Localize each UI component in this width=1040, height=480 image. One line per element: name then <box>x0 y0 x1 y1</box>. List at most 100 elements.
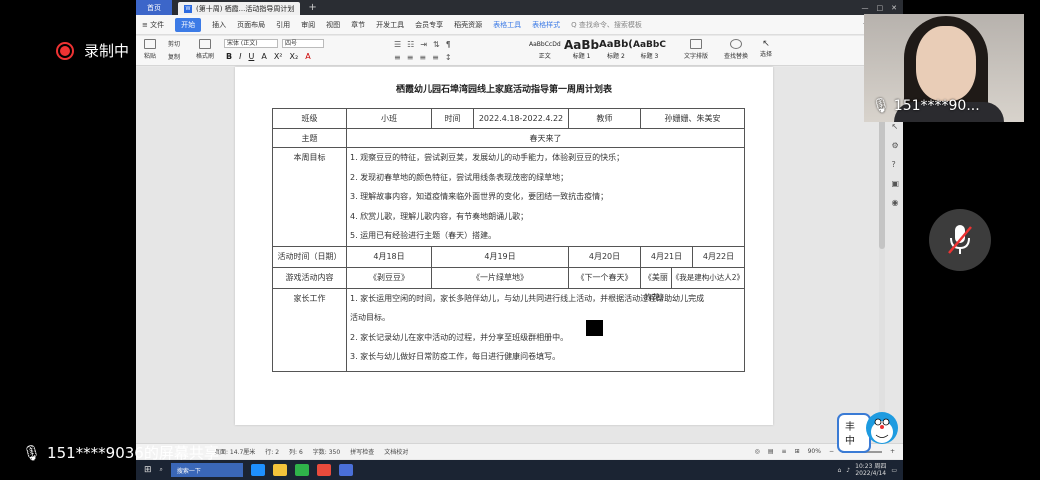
menu-item-table-tools[interactable]: 表格工具 <box>493 20 521 30</box>
date-cell[interactable]: 4月21日 <box>641 246 693 267</box>
font-size-select[interactable]: 四号 <box>282 39 324 48</box>
command-search[interactable]: Q 查找命令、搜索模板 <box>571 20 642 30</box>
copy-button[interactable]: 复制 <box>168 52 180 61</box>
style-heading-1[interactable]: AaBb 标题 1 <box>564 39 599 60</box>
format-painter-button[interactable]: 格式刷 <box>196 39 214 60</box>
bullet-list-icon[interactable]: ☰ <box>394 40 401 49</box>
minimize-icon[interactable]: — <box>862 4 869 12</box>
line-spacing-icon[interactable]: ↕ <box>445 53 452 62</box>
taskbar-search[interactable]: 搜索一下 <box>170 463 243 477</box>
number-list-icon[interactable]: ☷ <box>407 40 414 49</box>
pilcrow-icon[interactable]: ¶ <box>446 40 451 49</box>
menu-item-review[interactable]: 审阅 <box>301 20 315 30</box>
goals-cell[interactable]: 1. 观察豆豆的特征，尝试剥豆荚，发展幼儿的动手能力，体验剥豆豆的快乐； 2. … <box>346 147 745 247</box>
wps-icon[interactable] <box>316 464 331 476</box>
align-right-icon[interactable]: ≡ <box>419 53 426 62</box>
menu-item-dev-tools[interactable]: 开发工具 <box>376 20 404 30</box>
menu-item-insert[interactable]: 插入 <box>212 20 226 30</box>
date-cell[interactable]: 4月20日 <box>568 245 641 268</box>
menu-item-reference[interactable]: 引用 <box>276 20 290 30</box>
document-canvas[interactable]: 栖霞幼儿园石埠湾园线上家庭活动指导第一周周计划表 班级 小班 时间 2022.4… <box>136 67 903 443</box>
text-layout-icon <box>690 39 702 49</box>
game-cell[interactable]: 《美丽的花》 <box>641 267 672 302</box>
menu-item-section[interactable]: 章节 <box>351 20 365 30</box>
font-name-select[interactable]: 宋体 (正文) <box>224 39 278 48</box>
mute-mic-button[interactable] <box>929 209 991 271</box>
paste-button[interactable]: 粘贴 <box>144 39 156 60</box>
page-view-icon[interactable]: ▤ <box>768 448 774 455</box>
shared-screen: 首页 W (第十周) 栖霞...活动指导周计划 + — □ ✕ ≡ 文件 开始 … <box>136 0 903 480</box>
taskbar-clock[interactable]: 10:23 周四 2022/4/14 <box>855 463 886 477</box>
style-normal[interactable]: AaBbCcDd 正文 <box>529 39 561 60</box>
game-cell[interactable]: 《下一个春天》 <box>568 266 641 289</box>
class-value[interactable]: 小班 <box>346 108 432 129</box>
style-heading-2[interactable]: AaBb( 标题 2 <box>599 39 633 60</box>
adjust-icon[interactable]: ⚙ <box>891 141 899 150</box>
tab-home[interactable]: 首页 <box>136 0 172 15</box>
menu-item-table-style[interactable]: 表格样式 <box>532 20 560 30</box>
tab-document[interactable]: W (第十周) 栖霞...活动指导周计划 <box>178 2 301 15</box>
date-cell[interactable]: 4月18日 <box>346 245 432 268</box>
windows-start-icon[interactable]: ⊞ <box>144 465 152 475</box>
menu-item-start[interactable]: 开始 <box>175 17 202 32</box>
volume-icon[interactable]: ♪ <box>846 467 850 474</box>
location-icon[interactable]: ◉ <box>891 198 899 207</box>
superscript-button[interactable]: X² <box>274 52 283 61</box>
menu-item-view[interactable]: 视图 <box>326 20 340 30</box>
subscript-button[interactable]: X₂ <box>290 52 299 61</box>
bold-button[interactable]: B <box>226 52 232 61</box>
cut-button[interactable]: 剪切 <box>168 39 180 48</box>
italic-button[interactable]: I <box>239 52 241 61</box>
meeting-app-icon[interactable] <box>338 464 353 476</box>
time-value[interactable]: 2022.4.18-2022.4.22 <box>473 108 569 129</box>
new-tab-button[interactable]: + <box>308 2 316 13</box>
wechat-icon[interactable] <box>294 464 309 476</box>
proofread-button[interactable]: 文档校对 <box>384 447 408 456</box>
date-cell[interactable]: 4月22日 <box>693 247 744 267</box>
style-heading-3[interactable]: AaBbC 标题 3 <box>633 39 666 60</box>
close-icon[interactable]: ✕ <box>891 4 897 12</box>
game-cell[interactable]: 《剥豆豆》 <box>346 266 432 289</box>
strike-button[interactable]: A <box>261 52 266 61</box>
class-label: 班级 <box>272 108 347 129</box>
outline-view-icon[interactable]: ≡ <box>782 448 787 455</box>
date-cell[interactable]: 4月19日 <box>431 245 569 268</box>
network-icon[interactable]: ⌂ <box>837 467 841 474</box>
text-layout-button[interactable]: 文字排版 <box>684 39 708 60</box>
edge-icon[interactable] <box>250 464 265 476</box>
zoom-out-icon[interactable]: − <box>829 448 834 455</box>
underline-button[interactable]: U <box>248 52 254 61</box>
font-color-button[interactable]: A <box>305 52 310 61</box>
search-icon[interactable]: ⌕ <box>160 466 163 474</box>
indent-icon[interactable]: ⇥ <box>420 40 427 49</box>
eye-icon[interactable]: ◎ <box>755 448 760 455</box>
participant-video[interactable]: 🎙 151****90... <box>864 14 1024 122</box>
web-view-icon[interactable]: ⊞ <box>795 448 800 455</box>
notification-icon[interactable]: ▭ <box>891 467 897 474</box>
image-icon[interactable]: ▣ <box>891 179 899 188</box>
justify-icon[interactable]: ≡ <box>432 53 439 62</box>
select-button[interactable]: ↖ 选择 <box>760 39 772 58</box>
pointer-icon[interactable]: ↖ <box>891 122 899 131</box>
parents-cell[interactable]: 1. 家长运用空闲的时间，家长多陪伴幼儿，与幼儿共同进行线上活动，并根据活动过程… <box>346 287 745 372</box>
help-icon[interactable]: ? <box>891 160 899 169</box>
teacher-value[interactable]: 孙姗姗、朱美安 <box>640 108 745 129</box>
find-replace-button[interactable]: 查找替换 <box>724 39 748 60</box>
spell-check-button[interactable]: 拼写检查 <box>350 447 374 456</box>
menu-item-layout[interactable]: 页面布局 <box>237 20 265 30</box>
maximize-icon[interactable]: □ <box>877 4 884 12</box>
menu-item-resources[interactable]: 稻壳资源 <box>454 20 482 30</box>
game-cell[interactable]: 《一片绿草地》 <box>431 266 569 289</box>
menu-item-member[interactable]: 会员专享 <box>415 20 443 30</box>
word-count[interactable]: 字数: 350 <box>313 447 340 456</box>
align-center-icon[interactable]: ≡ <box>407 53 414 62</box>
game-cell[interactable]: 《我是建构小达人2》 <box>672 268 744 288</box>
weekly-plan-table[interactable]: 班级 小班 时间 2022.4.18-2022.4.22 教师 孙姗姗、朱美安 … <box>272 108 745 372</box>
zoom-level[interactable]: 90% <box>808 448 821 455</box>
sort-icon[interactable]: ⇅ <box>433 40 440 49</box>
folder-icon[interactable] <box>272 464 287 476</box>
menu-file[interactable]: ≡ 文件 <box>142 20 164 30</box>
document-page[interactable]: 栖霞幼儿园石埠湾园线上家庭活动指导第一周周计划表 班级 小班 时间 2022.4… <box>235 67 773 425</box>
align-left-icon[interactable]: ≡ <box>394 53 401 62</box>
theme-value[interactable]: 春天来了 <box>346 128 745 148</box>
